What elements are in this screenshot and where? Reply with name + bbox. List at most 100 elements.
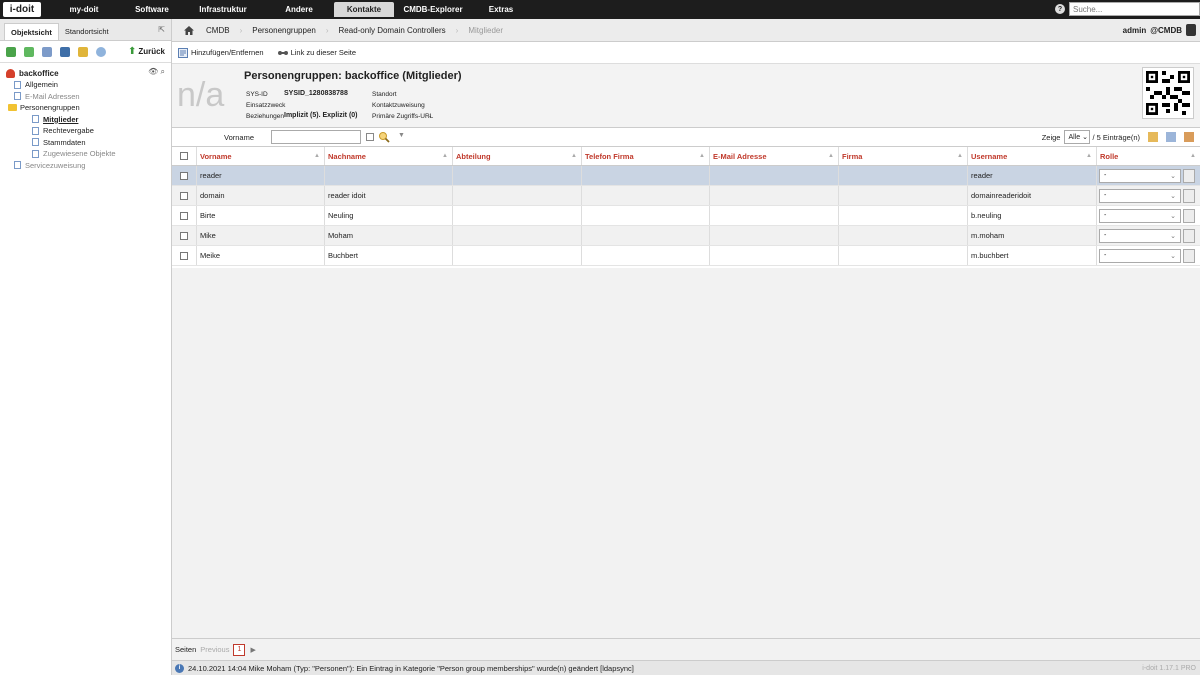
home-icon[interactable] — [184, 25, 194, 35]
user-name[interactable]: admin — [1123, 26, 1147, 35]
tree-item-zugewiesene-objekte[interactable]: Zugewiesene Objekte — [6, 148, 171, 160]
row-checkbox[interactable] — [180, 191, 188, 200]
col-abteilung[interactable]: Abteilung ▲ — [453, 147, 582, 165]
book-icon[interactable] — [60, 46, 70, 57]
add-remove-button[interactable]: Hinzufügen/Entfernen — [178, 47, 264, 58]
list-icon[interactable] — [42, 46, 52, 57]
col-username[interactable]: Username ▲ — [968, 147, 1097, 165]
nav-kontakte[interactable]: Kontakte — [334, 2, 394, 17]
lock-icon[interactable] — [78, 46, 88, 57]
user-icon[interactable] — [1186, 24, 1196, 36]
left-toolbar: ⬆ Zurück — [0, 41, 171, 63]
breadcrumb-cmdb[interactable]: CMDB › — [206, 26, 242, 35]
chevron-down-icon[interactable]: ▼ — [398, 132, 405, 139]
nav-andere[interactable]: Andere — [264, 0, 334, 19]
print-icon[interactable] — [1184, 132, 1194, 142]
nav-software[interactable]: Software — [122, 0, 182, 19]
tree-item-servicezuweisung[interactable]: Servicezuweisung — [6, 160, 171, 172]
qr-code[interactable] — [1142, 67, 1194, 119]
role-select[interactable]: - ⌄ — [1099, 208, 1181, 223]
role-copy-button[interactable] — [1183, 168, 1195, 183]
role-select[interactable]: - ⌄ — [1099, 188, 1181, 203]
role-select[interactable]: - ⌄ — [1099, 248, 1181, 263]
role-copy-button[interactable] — [1183, 208, 1195, 223]
page-1-button[interactable]: 1 — [233, 643, 246, 656]
tree-root[interactable]: backoffice — [6, 67, 171, 79]
show-select[interactable]: Alle ⌄ — [1064, 130, 1091, 144]
table-row[interactable]: Mike Moham m.moham - ⌄ — [172, 226, 1200, 246]
export-csv-icon[interactable] — [1148, 132, 1158, 142]
search-input[interactable] — [1069, 2, 1200, 16]
expand-icon[interactable] — [24, 46, 34, 57]
col-vorname[interactable]: Vorname ▲ — [197, 147, 325, 165]
col-nachname[interactable]: Nachname ▲ — [325, 147, 453, 165]
group-icon — [6, 68, 15, 78]
col-firma[interactable]: Firma ▲ — [839, 147, 968, 165]
link-to-page-button[interactable]: Link zu dieser Seite — [277, 48, 356, 58]
nav-my-doit[interactable]: my-doit — [46, 0, 122, 19]
table-row[interactable]: reader reader - ⌄ — [172, 166, 1200, 186]
tree-item-stammdaten[interactable]: Stammdaten — [6, 137, 171, 149]
document-icon — [14, 92, 21, 101]
row-checkbox[interactable] — [180, 231, 188, 240]
comment-icon[interactable] — [96, 46, 106, 57]
tenant-name[interactable]: @CMDB — [1150, 26, 1182, 35]
role-select[interactable]: - ⌄ — [1099, 228, 1181, 243]
row-checkbox[interactable] — [180, 211, 188, 220]
help-icon[interactable]: ? — [1055, 4, 1065, 14]
magnifier-icon[interactable]: ⌕ — [161, 67, 165, 76]
role-copy-button[interactable] — [1183, 248, 1195, 263]
nav-infrastruktur[interactable]: Infrastruktur — [182, 0, 264, 19]
filter-input[interactable] — [271, 130, 361, 144]
role-copy-button[interactable] — [1183, 188, 1195, 203]
role-select[interactable]: - ⌄ — [1099, 168, 1181, 183]
back-button[interactable]: ⬆ Zurück — [128, 46, 165, 57]
i-doit-logo[interactable]: i-doit — [3, 2, 41, 17]
tree-item-email[interactable]: E-Mail Adressen — [6, 91, 171, 103]
filter-label: Vorname — [224, 132, 255, 142]
col-rolle[interactable]: Rolle ▲ — [1097, 147, 1200, 165]
popout-icon[interactable]: ⇱ — [158, 25, 165, 34]
col-telefon-firma[interactable]: Telefon Firma ▲ — [582, 147, 710, 165]
select-all-checkbox[interactable] — [180, 152, 188, 160]
tree-item-mitglieder[interactable]: Mitglieder — [6, 114, 171, 126]
top-nav-bar: i-doit my-doit Software Infrastruktur An… — [0, 0, 1200, 19]
status-message: 24.10.2021 14:04 Mike Moham (Typ: "Perso… — [188, 663, 634, 673]
breadcrumb-personengruppen[interactable]: Personengruppen › — [252, 26, 328, 35]
cell-firma — [839, 246, 968, 265]
cell-email — [710, 246, 839, 265]
sort-icon: ▲ — [314, 153, 320, 159]
tab-standortsicht[interactable]: Standortsicht — [59, 23, 115, 40]
cell-email — [710, 226, 839, 245]
eye-icon[interactable]: 👁 — [148, 67, 158, 76]
table-row[interactable]: domain reader idoit domainreaderidoit - ⌄ — [172, 186, 1200, 206]
entries-count: / 5 Einträge(n) — [1092, 132, 1140, 142]
col-email[interactable]: E-Mail Adresse ▲ — [710, 147, 839, 165]
tree-item-personengruppen[interactable]: Personengruppen — [6, 102, 171, 114]
previous-button[interactable]: Previous — [200, 645, 229, 654]
row-checkbox[interactable] — [180, 171, 188, 180]
tree-item-allgemein[interactable]: Allgemein — [6, 79, 171, 91]
nav-cmdb-explorer[interactable]: CMDB-Explorer — [394, 0, 472, 19]
nav-extras[interactable]: Extras — [472, 0, 530, 19]
cell-firma — [839, 186, 968, 205]
cell-username: domainreaderidoit — [968, 186, 1097, 205]
tree-icon[interactable] — [6, 46, 16, 57]
table-row[interactable]: Meike Buchbert m.buchbert - ⌄ — [172, 246, 1200, 266]
role-copy-button[interactable] — [1183, 228, 1195, 243]
table-row[interactable]: Birte Neuling b.neuling - ⌄ — [172, 206, 1200, 226]
page-title: Personengruppen: backoffice (Mitglieder) — [244, 70, 462, 82]
tab-objektsicht[interactable]: Objektsicht — [4, 23, 59, 40]
next-arrow-icon[interactable]: ▶ — [250, 646, 255, 654]
row-checkbox[interactable] — [180, 251, 188, 260]
search-icon[interactable] — [378, 131, 390, 143]
main-nav: my-doit Software Infrastruktur Andere Ko… — [46, 0, 530, 19]
action-bar: Hinzufügen/Entfernen Link zu dieser Seit… — [172, 42, 1200, 64]
cell-username: b.neuling — [968, 206, 1097, 225]
qr-code-icon — [1146, 71, 1190, 115]
breadcrumb-read-only-domain-controllers[interactable]: Read-only Domain Controllers › — [339, 26, 459, 35]
filter-checkbox[interactable] — [366, 133, 374, 141]
tree-item-rechtevergabe[interactable]: Rechtevergabe — [6, 125, 171, 137]
document-icon — [14, 80, 21, 89]
export-list-icon[interactable] — [1166, 132, 1176, 142]
